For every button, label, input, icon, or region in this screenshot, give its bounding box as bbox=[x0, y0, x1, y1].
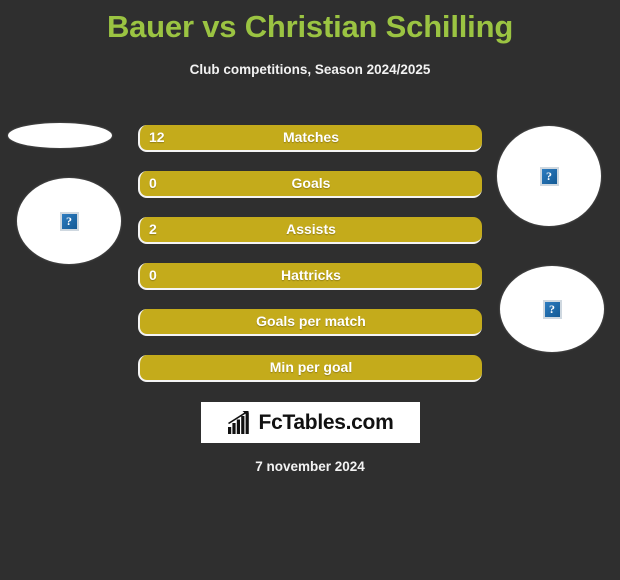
broken-image-icon: ? bbox=[59, 211, 79, 231]
fctables-logo[interactable]: FcTables.com bbox=[201, 402, 420, 443]
logo-text: FcTables.com bbox=[258, 411, 394, 434]
page-subtitle: Club competitions, Season 2024/2025 bbox=[189, 62, 431, 77]
stat-label: Min per goal bbox=[269, 359, 353, 375]
stats-bar-list: 12 Matches 0 Goals 2 Assists 0 Hattricks… bbox=[138, 125, 482, 382]
stat-row-matches: 12 Matches bbox=[138, 125, 482, 152]
stat-row-hattricks: 0 Hattricks bbox=[138, 263, 482, 290]
stat-label: Hattricks bbox=[281, 267, 341, 283]
stat-row-goals-per-match: Goals per match bbox=[138, 309, 482, 336]
stat-label: Goals per match bbox=[256, 313, 366, 329]
broken-image-glyph: ? bbox=[549, 302, 555, 316]
stat-row-min-per-goal: Min per goal bbox=[138, 355, 482, 382]
generated-date: 7 november 2024 bbox=[255, 459, 365, 474]
broken-image-glyph: ? bbox=[546, 169, 552, 183]
bar-chart-arrow-icon bbox=[227, 411, 249, 434]
stat-label: Matches bbox=[282, 129, 340, 145]
stat-label: Goals bbox=[291, 175, 331, 191]
page-title: Bauer vs Christian Schilling bbox=[106, 9, 514, 44]
stat-row-assists: 2 Assists bbox=[138, 217, 482, 244]
stat-row-goals: 0 Goals bbox=[138, 171, 482, 198]
broken-image-glyph: ? bbox=[66, 214, 72, 228]
player-photo-right-bottom: ? bbox=[500, 266, 604, 352]
broken-image-icon: ? bbox=[542, 299, 562, 319]
infographic-canvas: Bauer vs Christian Schilling Club compet… bbox=[0, 0, 620, 580]
broken-image-icon: ? bbox=[539, 166, 559, 186]
player-photo-right-top: ? bbox=[497, 126, 601, 226]
stat-label: Assists bbox=[286, 221, 336, 237]
player-photo-left-bottom: ? bbox=[17, 178, 121, 264]
player-photo-left-top bbox=[8, 123, 112, 148]
